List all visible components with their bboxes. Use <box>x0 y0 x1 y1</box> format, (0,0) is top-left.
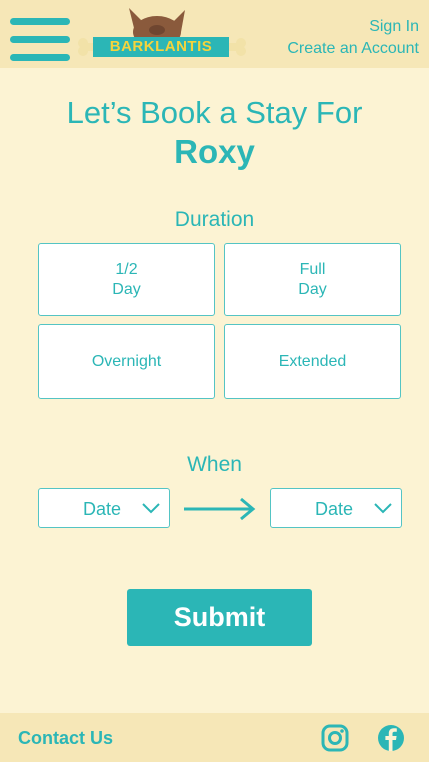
duration-full-day-button[interactable]: Full Day <box>224 243 401 316</box>
end-date-value: Date <box>315 499 354 519</box>
duration-half-day-button[interactable]: 1/2 Day <box>38 243 215 316</box>
sign-in-link[interactable]: Sign In <box>287 16 419 38</box>
auth-links: Sign In Create an Account <box>287 16 419 60</box>
duration-option-line: 1/2 <box>115 260 138 278</box>
arrow-right-icon <box>184 497 256 521</box>
chevron-down-icon <box>374 503 392 514</box>
contact-us-link[interactable]: Contact Us <box>18 728 113 748</box>
menu-line <box>10 36 70 43</box>
menu-line <box>10 18 70 25</box>
duration-label: Duration <box>174 208 255 231</box>
menu-line <box>10 54 70 61</box>
menu-icon[interactable] <box>10 18 70 64</box>
logo-text: BARKLANTIS <box>93 37 229 57</box>
instagram-icon[interactable] <box>321 724 349 752</box>
duration-overnight-button[interactable]: Overnight <box>38 324 215 399</box>
pet-name: Roxy <box>174 133 255 170</box>
end-date-select[interactable]: Date <box>270 488 402 528</box>
duration-option-line: Day <box>112 280 141 298</box>
footer-bar: Contact Us <box>0 713 429 762</box>
start-date-select[interactable]: Date <box>38 488 170 528</box>
header-bar: BARKLANTIS Sign In Create an Account <box>0 0 429 68</box>
brand-logo[interactable]: BARKLANTIS <box>77 2 247 64</box>
duration-option-line: Day <box>298 280 327 298</box>
duration-extended-button[interactable]: Extended <box>224 324 401 399</box>
start-date-value: Date <box>83 499 122 519</box>
duration-option-line: Overnight <box>91 352 162 370</box>
page-title: Let’s Book a Stay For <box>66 95 363 130</box>
chevron-down-icon <box>142 503 160 514</box>
duration-option-line: Extended <box>278 352 347 370</box>
submit-button[interactable]: Submit <box>127 589 312 646</box>
create-account-link[interactable]: Create an Account <box>287 38 419 60</box>
duration-option-line: Full <box>299 260 326 278</box>
when-label: When <box>187 453 242 476</box>
duration-option-text: 1/2 Day <box>112 260 140 300</box>
duration-option-text: Full Day <box>298 260 326 300</box>
facebook-icon[interactable] <box>377 724 405 752</box>
